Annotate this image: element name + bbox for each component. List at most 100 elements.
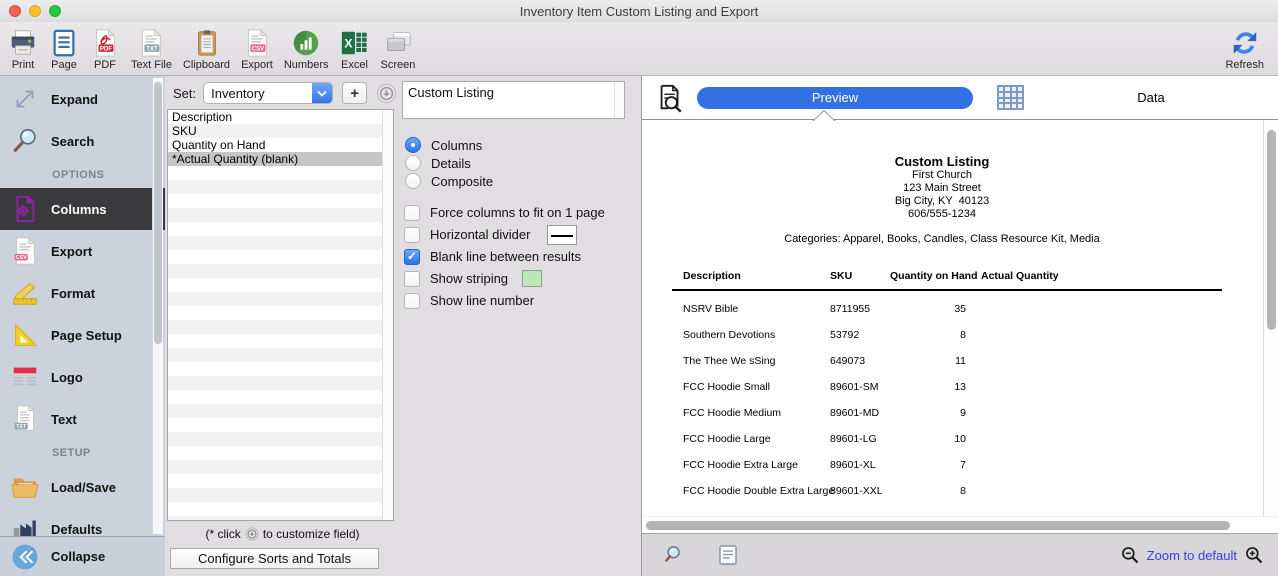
screen-icon (383, 28, 413, 58)
toolbar-label: Page (51, 59, 77, 71)
field-row-actual-quantity[interactable]: *Actual Quantity (blank) (168, 152, 393, 166)
sidebar-item-label: Columns (51, 202, 107, 217)
sidebar-item-label: Logo (51, 370, 83, 385)
zoom-window-button[interactable] (49, 5, 61, 17)
table-row: The Thee We sSing64907311 (672, 348, 1222, 374)
table-row: FCC Hoodie Large89601-LG10 (672, 426, 1222, 452)
page-button[interactable]: Page (49, 28, 79, 71)
print-button[interactable]: Print (8, 28, 38, 71)
numbers-button[interactable]: Numbers (284, 28, 329, 71)
customize-field-button[interactable] (376, 83, 397, 104)
sidebar-item-columns[interactable]: Columns (0, 188, 165, 230)
field-list[interactable]: Description SKU Quantity on Hand *Actual… (167, 109, 394, 521)
checkbox-show-striping[interactable]: Show striping (404, 268, 605, 289)
sidebar-scroll-area: Expand Search OPTIONS Columns CSV Export (0, 76, 165, 536)
radio-label: Composite (431, 174, 493, 189)
sidebar-item-collapse[interactable]: Collapse (0, 536, 165, 576)
radio-columns[interactable]: Columns (405, 136, 493, 154)
set-select[interactable]: Inventory (203, 82, 333, 104)
zoom-out-icon[interactable] (1120, 545, 1140, 565)
sidebar-item-format[interactable]: Format (0, 272, 165, 314)
sidebar-item-logo[interactable]: Logo (0, 356, 165, 398)
striping-color-swatch[interactable] (522, 270, 542, 287)
expand-icon (10, 84, 40, 114)
checkbox-icon[interactable] (404, 271, 420, 287)
checkbox-icon[interactable] (404, 249, 420, 265)
column-header-description: Description (683, 270, 830, 282)
checkbox-icon[interactable] (404, 227, 420, 243)
sidebar-item-search[interactable]: Search (0, 120, 165, 162)
zoom-controls: Zoom to default (1120, 545, 1264, 565)
add-field-set-button[interactable]: + (342, 82, 367, 104)
window-controls (9, 5, 61, 17)
preview-tab-bar: Preview Data (642, 76, 1278, 120)
data-grid-icon[interactable] (997, 85, 1024, 110)
notes-icon[interactable] (718, 544, 738, 566)
divider-style-preview[interactable] (547, 225, 577, 245)
text-file-button[interactable]: TXT Text File (131, 28, 172, 71)
close-button[interactable] (9, 5, 21, 17)
excel-button[interactable]: X Excel (339, 28, 369, 71)
toolbar: Print Page PDF PDF TXT Text File Clipboa… (0, 22, 1278, 76)
table-row: FCC Hoodie Double Extra Large89601-XXL8 (672, 478, 1222, 504)
zoom-in-icon[interactable] (1244, 545, 1264, 565)
field-row-description[interactable]: Description (168, 110, 393, 124)
window-title: Inventory Item Custom Listing and Export (0, 4, 1278, 19)
radio-composite[interactable]: Composite (405, 172, 493, 190)
column-header-actual-quantity: Actual Quantity (966, 270, 1222, 282)
zoom-to-default-link[interactable]: Zoom to default (1147, 548, 1237, 563)
field-row-quantity-on-hand[interactable]: Quantity on Hand (168, 138, 393, 152)
printer-icon (8, 28, 38, 58)
radio-icon[interactable] (405, 155, 421, 171)
excel-icon: X (339, 28, 369, 58)
radio-icon[interactable] (405, 137, 421, 153)
svg-text:TXT: TXT (147, 46, 159, 53)
checkbox-show-line-number[interactable]: Show line number (404, 290, 605, 311)
page-icon (49, 28, 79, 58)
listing-title-input[interactable]: Custom Listing (403, 82, 624, 118)
export-button[interactable]: CSV Export (241, 28, 273, 71)
pdf-button[interactable]: PDF PDF (90, 28, 120, 71)
checkbox-icon[interactable] (404, 293, 420, 309)
configure-sorts-totals-button[interactable]: Configure Sorts and Totals (170, 548, 379, 569)
search-icon[interactable] (664, 544, 686, 566)
checkbox-icon[interactable] (404, 205, 420, 221)
sidebar-item-page-setup[interactable]: Page Setup (0, 314, 165, 356)
checkbox-horizontal-divider[interactable]: Horizontal divider (404, 224, 605, 245)
preview-horizontal-scrollbar-thumb[interactable] (646, 521, 1230, 530)
logo-icon (10, 362, 40, 392)
sidebar-scrollbar[interactable] (152, 78, 163, 534)
checkbox-blank-line[interactable]: Blank line between results (404, 246, 605, 267)
radio-details[interactable]: Details (405, 154, 493, 172)
sidebar-item-export[interactable]: CSV Export (0, 230, 165, 272)
preview-horizontal-scrollbar[interactable] (642, 516, 1278, 533)
sidebar-section-setup: SETUP (0, 440, 165, 466)
table-row: Southern Devotions537928 (672, 322, 1222, 348)
format-icon (10, 278, 40, 308)
sidebar-item-expand[interactable]: Expand (0, 78, 165, 120)
svg-text:X: X (345, 37, 354, 51)
sidebar-scrollbar-thumb[interactable] (154, 82, 162, 344)
report-table-body: NSRV Bible871195535 Southern Devotions53… (672, 291, 1222, 504)
listing-title-scrollbar[interactable] (614, 82, 624, 118)
sidebar-item-text[interactable]: TXT Text (0, 398, 165, 440)
preview-vertical-scrollbar-thumb[interactable] (1267, 130, 1276, 330)
refresh-button[interactable]: Refresh (1225, 28, 1264, 71)
tab-preview[interactable]: Preview (697, 87, 973, 109)
sidebar-item-defaults[interactable]: Defaults (0, 508, 165, 536)
radio-icon[interactable] (405, 173, 421, 189)
field-row-sku[interactable]: SKU (168, 124, 393, 138)
screen-button[interactable]: Screen (380, 28, 415, 71)
minimize-button[interactable] (29, 5, 41, 17)
report-table-header: Description SKU Quantity on Hand Actual … (672, 270, 1222, 291)
clipboard-button[interactable]: Clipboard (183, 28, 230, 71)
sidebar-item-load-save[interactable]: Load/Save (0, 466, 165, 508)
checkbox-label: Force columns to fit on 1 page (430, 205, 605, 220)
text-file-icon: TXT (10, 404, 40, 434)
sidebar-item-label: Format (51, 286, 95, 301)
field-list-scrollbar[interactable] (382, 110, 393, 520)
tab-data[interactable]: Data (1024, 90, 1278, 105)
chevron-down-icon[interactable] (312, 82, 332, 104)
checkbox-force-columns[interactable]: Force columns to fit on 1 page (404, 202, 605, 223)
preview-vertical-scrollbar[interactable] (1263, 120, 1278, 516)
